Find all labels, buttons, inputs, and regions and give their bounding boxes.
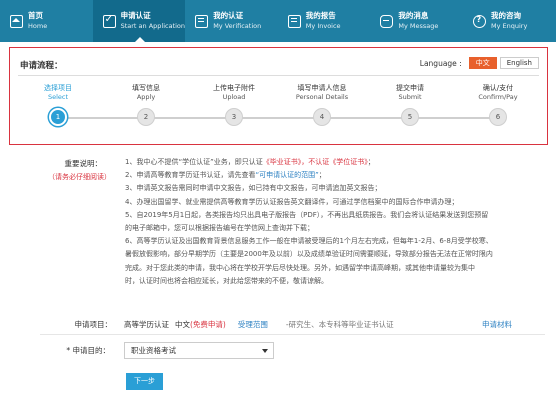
nav-message-label: 我的消息 xyxy=(398,11,429,20)
step-personal-details: 填写申请人信息 Personal Details 4 xyxy=(278,84,366,126)
step-label-en: Submit xyxy=(398,93,422,101)
step-apply: 填写信息 Apply 2 xyxy=(102,84,190,126)
note-item-1: 1、我中心不提供“学位认证”业务，即只认证《毕业证书》，不认证《学位证书》； xyxy=(125,158,375,166)
nav-item-my-invoice[interactable]: 我的报告 My Invoice xyxy=(278,0,371,42)
note-item-6-cont: 完成。对于您此类的申请，我中心将在学校开学后尽快处理。另外，如遇留学申请高峰期，… xyxy=(125,263,475,272)
nav-apply-label-en: Start an Application xyxy=(120,22,186,30)
message-icon xyxy=(380,14,394,28)
nav-verification-label: 我的认证 xyxy=(213,11,244,20)
note-item-5-cont: 的电子邮箱中，您可以根据报告编号在学信网上查询并下载； xyxy=(125,224,314,233)
step-label: 选择项目 xyxy=(44,84,72,92)
chevron-down-icon xyxy=(262,349,268,353)
language-en-button[interactable]: English xyxy=(499,57,539,69)
note-item-6-cont: 暑假放假影响，部分早期学历（主要是2000年及以前）以及成绩单验证时间需要顺延，… xyxy=(125,250,493,259)
step-number: 5 xyxy=(401,108,419,126)
notes-label: 重要说明： xyxy=(64,159,103,168)
nav-item-home[interactable]: 首页 Home xyxy=(0,0,93,42)
note-item-6: 6、高等学历认证及出国教育背景信息服务工作一般在申请被受理后的1个月左右完成，但… xyxy=(125,237,493,246)
project-value: 高等学历认证 xyxy=(124,320,169,329)
language-label: Language : xyxy=(419,58,462,68)
step-upload: 上传电子附件 Upload 3 xyxy=(190,84,278,126)
nav-invoice-label-en: My Invoice xyxy=(305,22,341,30)
step-label: 提交申请 xyxy=(396,84,424,92)
step-label-en: Confirm/Pay xyxy=(478,93,518,101)
note-item-6-cont: 时，认证时间也将会相应延长，对此给您带来的不便，敬请谅解。 xyxy=(125,276,328,285)
important-notes: 1、我中心不提供“学位认证”业务，即只认证《毕业证书》，不认证《学位证书》； 2… xyxy=(125,156,525,288)
process-title: 申请流程： xyxy=(20,61,63,71)
process-steps: 选择项目 Select 1 填写信息 Apply 2 上传电子附件 Upload… xyxy=(10,84,546,140)
scope-of-acceptance-link[interactable]: 受理范围 xyxy=(238,319,268,330)
nav-item-start-application[interactable]: 申请认证 Start an Application xyxy=(92,0,186,42)
application-materials-link[interactable]: 申请材料 xyxy=(482,319,512,330)
note-item-2: 2、申请高等教育学历证书认证，请先查看“可申请认证的范围”； xyxy=(125,171,326,180)
nav-item-my-message[interactable]: 我的消息 My Message xyxy=(370,0,463,42)
note-item-1-emphasis: 《毕业证书》，不认证《学位证书》 xyxy=(262,158,368,166)
nav-enquiry-label-en: My Enquiry xyxy=(491,22,528,30)
step-number: 1 xyxy=(49,108,67,126)
project-description: -研究生、本专科等毕业证书认证 xyxy=(285,320,394,329)
nav-enquiry-label: 我的咨询 xyxy=(491,11,521,20)
step-number: 3 xyxy=(225,108,243,126)
note-item-5: 5、自2019年5月1日起，各类报告均只出具电子版报告（PDF），不再出具纸质报… xyxy=(125,210,489,219)
step-label-en: Apply xyxy=(136,93,156,101)
step-label: 填写申请人信息 xyxy=(297,84,347,92)
question-icon xyxy=(473,14,486,28)
project-label: 申请项目： xyxy=(74,320,113,329)
step-label: 上传电子附件 xyxy=(213,84,255,92)
nav-item-my-verification[interactable]: 我的认证 My Verification xyxy=(185,0,278,42)
notes-read-carefully: （请务必仔细阅读） xyxy=(48,173,111,181)
step-label: 填写信息 xyxy=(132,84,160,92)
checkbox-icon xyxy=(102,14,116,28)
note-item-3: 3、申请英文报告需同时申请中文报告，如已持有中文报告，可申请追加英文报告； xyxy=(125,184,382,193)
process-track xyxy=(58,117,498,119)
form-divider xyxy=(40,334,545,335)
nav-item-my-enquiry[interactable]: 我的咨询 My Enquiry xyxy=(463,0,556,42)
project-language: 中文 xyxy=(175,320,190,329)
step-label: 确认/支付 xyxy=(482,84,514,92)
id-card-icon xyxy=(195,14,209,28)
step-select: 选择项目 Select 1 xyxy=(14,84,102,126)
step-label-en: Select xyxy=(47,93,69,101)
step-confirm-pay: 确认/支付 Confirm/Pay 6 xyxy=(454,84,542,126)
nav-home-label-en: Home xyxy=(28,22,48,30)
scope-link[interactable]: “可申请认证的范围” xyxy=(255,171,318,179)
top-nav: 首页 Home 申请认证 Start an Application 我的认证 M… xyxy=(0,0,556,42)
step-number: 2 xyxy=(137,108,155,126)
step-submit: 提交申请 Submit 5 xyxy=(366,84,454,126)
free-badge: (免费申请) xyxy=(190,320,226,329)
nav-verification-label-en: My Verification xyxy=(213,22,262,30)
note-item-4: 4、办理出国留学、就业需提供高等教育学历认证报告英文翻译件，可通过学信档案中的国… xyxy=(125,197,459,206)
nav-invoice-label: 我的报告 xyxy=(305,11,336,20)
process-divider xyxy=(18,75,539,76)
language-switcher: Language : 中文 English xyxy=(420,57,539,69)
project-row: 高等学历认证 中文 (免费申请) 受理范围 -研究生、本专科等毕业证书认证 xyxy=(124,319,394,330)
step-label-en: Personal Details xyxy=(295,93,349,101)
step-number: 4 xyxy=(313,108,331,126)
home-icon xyxy=(10,14,23,28)
step-number: 6 xyxy=(489,108,507,126)
language-zh-button[interactable]: 中文 xyxy=(468,57,497,69)
report-icon xyxy=(287,14,301,28)
next-step-button[interactable]: 下一步 xyxy=(126,373,163,390)
purpose-select[interactable]: 职业资格考试 xyxy=(124,342,274,359)
nav-home-label: 首页 xyxy=(28,11,43,20)
purpose-selected-value: 职业资格考试 xyxy=(131,346,176,355)
purpose-label: * 申请目的： xyxy=(66,346,110,355)
step-label-en: Upload xyxy=(222,93,246,101)
nav-message-label-en: My Message xyxy=(398,22,439,30)
nav-apply-label: 申请认证 xyxy=(120,11,151,20)
application-process-panel: 申请流程： Language : 中文 English 选择项目 Select … xyxy=(9,47,548,145)
